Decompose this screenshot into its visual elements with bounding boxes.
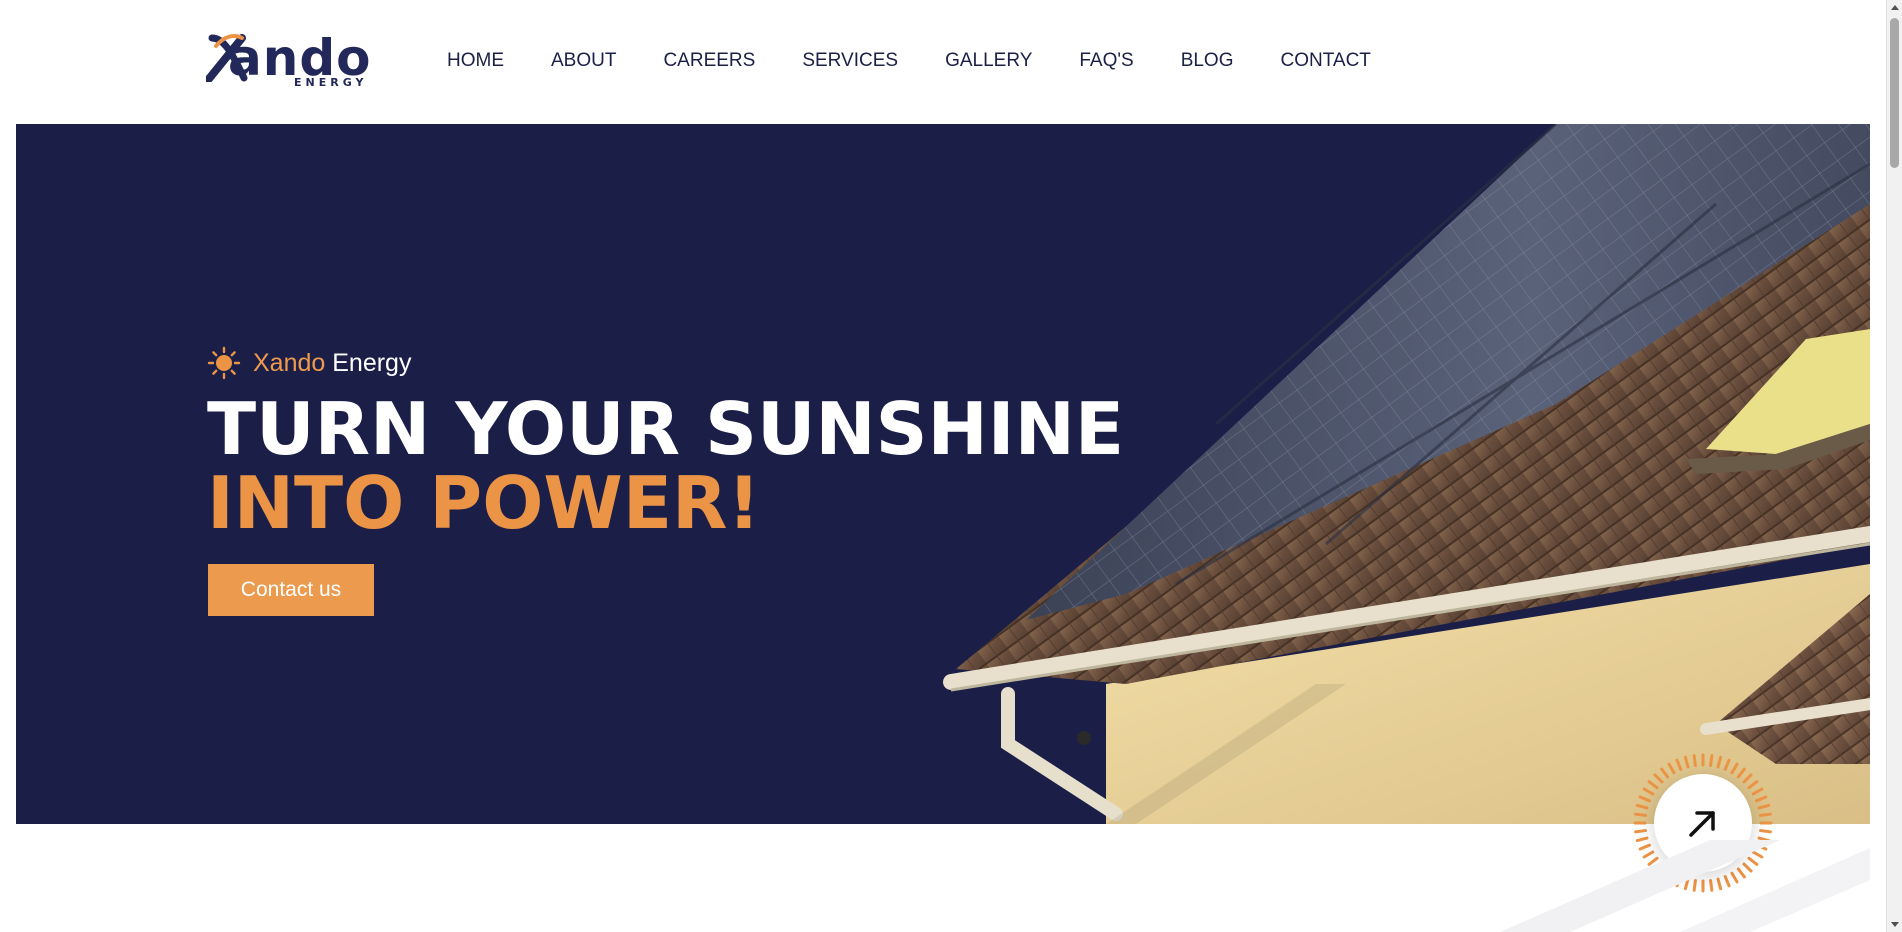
nav-item-contact[interactable]: CONTACT bbox=[1281, 50, 1371, 72]
badge-tick bbox=[1667, 762, 1676, 775]
headline-line-2: INTO POWER! bbox=[207, 461, 761, 545]
badge-tick bbox=[1647, 780, 1659, 790]
badge-tick bbox=[1742, 773, 1753, 784]
badge-tick bbox=[1730, 762, 1739, 775]
nav-item-services[interactable]: SERVICES bbox=[802, 50, 898, 72]
nav-item-careers[interactable]: CAREERS bbox=[663, 50, 755, 72]
site-header: ando ENERGY HOME ABOUT CAREERS SERVICES … bbox=[0, 0, 1870, 124]
badge-tick bbox=[1634, 812, 1647, 817]
decorative-shapes bbox=[1500, 840, 1870, 932]
badge-tick bbox=[1692, 754, 1697, 767]
eyebrow-brand-accent: Xando bbox=[253, 348, 326, 377]
badge-tick bbox=[1755, 795, 1768, 803]
badge-tick bbox=[1642, 787, 1655, 796]
badge-tick bbox=[1757, 803, 1771, 810]
main-nav: HOME ABOUT CAREERS SERVICES GALLERY FAQ'… bbox=[447, 50, 1418, 72]
badge-tick bbox=[1751, 787, 1764, 796]
nav-item-blog[interactable]: BLOG bbox=[1181, 50, 1234, 72]
logo[interactable]: ando ENERGY bbox=[206, 30, 370, 92]
scroll-down-arrow-icon[interactable] bbox=[1887, 916, 1902, 932]
badge-tick bbox=[1736, 767, 1746, 779]
badge-tick bbox=[1660, 767, 1670, 779]
hero-eyebrow: Xando Energy bbox=[207, 346, 411, 380]
scroll-up-arrow-icon[interactable] bbox=[1887, 0, 1902, 16]
headline-line-1: TURN YOUR SUNSHINE bbox=[207, 387, 1125, 471]
hero-section: Xando Energy TURN YOUR SUNSHINE INTO POW… bbox=[16, 124, 1870, 824]
badge-tick bbox=[1759, 829, 1772, 834]
badge-tick bbox=[1638, 795, 1651, 803]
hero-headline: TURN YOUR SUNSHINE INTO POWER! bbox=[207, 392, 1124, 540]
badge-tick bbox=[1653, 773, 1664, 784]
nav-item-gallery[interactable]: GALLERY bbox=[945, 50, 1032, 72]
arrow-up-right-icon bbox=[1689, 811, 1715, 837]
eyebrow-brand-rest: Energy bbox=[332, 348, 412, 377]
badge-tick bbox=[1709, 754, 1714, 767]
nav-item-about[interactable]: ABOUT bbox=[551, 50, 616, 72]
sun-icon bbox=[207, 346, 241, 380]
badge-tick bbox=[1675, 758, 1683, 771]
scrollbar-thumb[interactable] bbox=[1890, 18, 1899, 168]
badge-tick bbox=[1635, 803, 1649, 810]
badge-tick bbox=[1683, 755, 1690, 769]
badge-tick bbox=[1759, 812, 1772, 817]
nav-item-faqs[interactable]: FAQ'S bbox=[1079, 50, 1133, 72]
logo-subtitle: ENERGY bbox=[294, 76, 368, 89]
badge-tick bbox=[1747, 780, 1759, 790]
vertical-scrollbar[interactable] bbox=[1886, 0, 1902, 932]
badge-tick bbox=[1723, 758, 1731, 771]
badge-tick bbox=[1716, 755, 1723, 769]
contact-us-button[interactable]: Contact us bbox=[208, 564, 374, 616]
badge-tick bbox=[1634, 829, 1647, 834]
nav-item-home[interactable]: HOME bbox=[447, 50, 504, 72]
